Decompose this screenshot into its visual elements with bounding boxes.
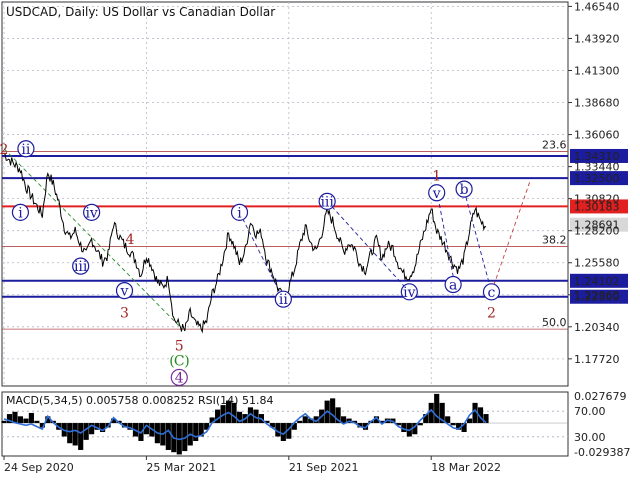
macd-bar [330,398,336,424]
rsi-tick-label: 30.00 [574,431,606,444]
macd-bar [165,423,171,450]
wave-label-text: b [460,182,469,198]
wave-label-text: iii [320,194,334,210]
wave-projection-lines [3,148,531,327]
price-level-tag-label: 1.32500 [574,172,620,185]
fib-level-label: 50.0 [542,316,567,329]
wave-label-text: i [18,205,23,221]
macd-bar [28,412,34,424]
price-line [3,153,487,334]
wave-label-text: v [432,186,441,202]
rsi-tick-label: 70.00 [574,405,606,418]
wave-label-text: 5 [175,339,184,355]
chart-svg: 1.343101.325001.301831.241021.228001.286… [0,0,630,474]
macd-bar [434,393,440,424]
wave-label-text: 2 [487,306,496,322]
main-plot-frame [1,1,569,387]
macd-bar [78,423,84,450]
wave-label-text: i [237,205,242,221]
macd-bar [67,423,73,444]
x-tick-label: 18 Mar 2022 [431,461,501,474]
macd-bar [83,423,89,440]
y-tick-label: 1.25580 [574,257,620,270]
macd-tick-label: -0.029387 [574,446,630,459]
fib-level-label: 23.6 [542,138,567,151]
macd-bar [302,416,308,424]
wave-label-text: 2 [0,142,8,158]
y-tick-label: 1.22960 [574,289,620,302]
indicator-label: MACD(5,34,5) 0.005758 0.008252 RSI(14) 5… [6,394,273,407]
wave-label-text: ii [21,142,30,158]
price-series [3,153,487,334]
fib-level-label: 38.2 [542,234,567,247]
price-level-tag-label: 1.24102 [574,275,620,288]
horizontal-levels: 1.343101.325001.301831.241021.228001.286… [2,148,628,304]
macd-bar [1,420,7,424]
macd-bar [23,418,29,424]
macd-bar [72,423,78,446]
wave-label-text: 4 [126,232,135,248]
y-tick-label: 1.20340 [574,321,620,334]
wave-label-text: iv [85,205,97,221]
wave-label-text: ii [279,292,288,308]
wave-label-text: a [449,277,457,293]
y-tick-label: 1.41300 [574,64,620,77]
chart-title: USDCAD, Daily: US Dollar vs Canadian Dol… [6,5,275,19]
y-tick-label: 1.43920 [574,32,620,45]
chart-root: 1.34310 1.32500 1.30183 1.24102 1.22800 1.286… [0,0,640,480]
wave-label-text: v [120,284,129,300]
wave-label-text: C [174,353,185,369]
macd-bar [34,420,40,424]
y-tick-label: 1.33440 [574,161,620,174]
y-tick-label: 1.28200 [574,225,620,238]
x-tick-label: 24 Sep 2020 [4,461,74,474]
y-tick-label: 1.30820 [574,193,620,206]
y-tick-label: 1.46540 [574,0,620,13]
x-tick-label: 25 Mar 2021 [146,461,216,474]
wave-label-paren-right: ) [184,353,189,369]
wave-label-text: 4 [175,370,184,386]
x-tick-label: 21 Sep 2021 [289,461,359,474]
wave-label-text: 1 [432,169,441,185]
wave-label-text: iv [403,285,415,301]
grid [1,1,569,387]
wave-label-text: iii [74,259,88,275]
macd-tick-label: 0.027679 [574,390,627,403]
macd-bar [450,423,456,426]
x-axis: 24 Sep 2020 25 Mar 2021 21 Sep 2021 18 Mar … [3,456,501,474]
wave-label-text: 3 [120,306,129,322]
wave-label-text: c [488,285,496,301]
macd-bar [17,416,24,424]
y-tick-label: 1.38680 [574,97,620,110]
macd-bar [193,423,199,441]
y-tick-label: 1.17720 [574,353,620,366]
macd-bar [297,420,303,424]
y-tick-label: 1.36060 [574,129,620,142]
